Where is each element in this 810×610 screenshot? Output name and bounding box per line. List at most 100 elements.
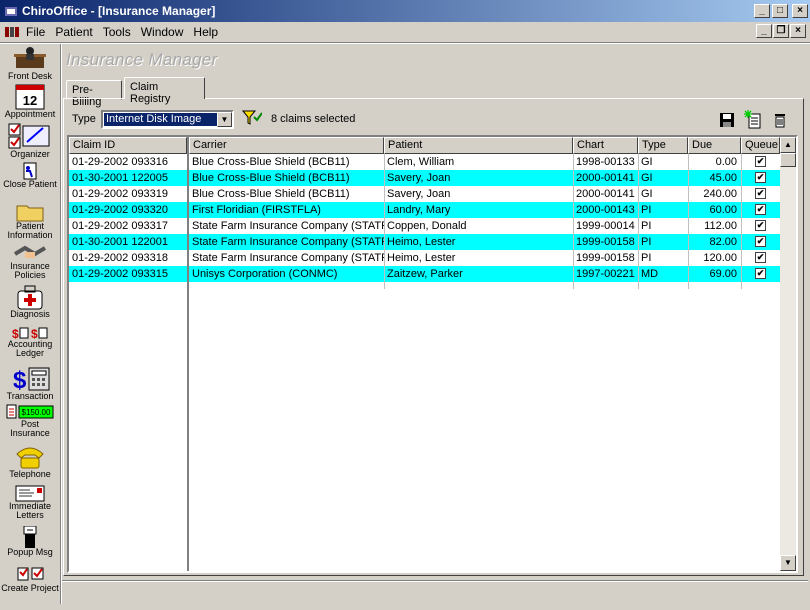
save-icon[interactable] (719, 112, 735, 131)
trash-icon[interactable] (774, 112, 786, 131)
sidebar-label: Diagnosis (10, 309, 50, 319)
app-icon[interactable] (4, 4, 18, 18)
sidebar-item-patient-information[interactable]: Patient Information (0, 202, 60, 240)
sidebar-item-front-desk[interactable]: Front Desk (0, 46, 60, 81)
sidebar-label: Insurance Policies (10, 261, 50, 280)
window-title-bar: ChiroOffice - [Insurance Manager] _ □ × (0, 0, 810, 22)
table-row[interactable]: 01-29-2002 093315 Unisys Corporation (CON… (69, 266, 780, 282)
column-header-claim-id[interactable]: Claim ID (69, 137, 187, 154)
menu-help[interactable]: Help (193, 25, 218, 39)
cell-chart: 1997-00221 (576, 268, 635, 280)
cell-patient: Zaitzew, Parker (387, 268, 463, 280)
sidebar-label: Transaction (6, 391, 54, 401)
type-select[interactable]: Internet Disk Image ▼ (101, 110, 234, 129)
filter-icon[interactable] (241, 109, 263, 130)
cell-claim-id: 01-29-2002 093320 (72, 204, 169, 216)
vertical-scrollbar[interactable]: ▲ ▼ (780, 137, 796, 571)
cell-chart: 1998-00133 (576, 156, 635, 168)
menu-divider (0, 42, 810, 44)
popup-msg-icon (23, 526, 37, 548)
cell-claim-id: 01-30-2001 122005 (72, 172, 169, 184)
cell-type: PI (641, 236, 652, 248)
scroll-down-icon[interactable]: ▼ (780, 555, 796, 571)
sidebar-item-accounting-ledger[interactable]: $ $ Accounting Ledger (0, 326, 60, 358)
sidebar-label: Accounting Ledger (7, 339, 53, 358)
cell-due: 120.00 (703, 252, 737, 264)
queue-checkbox[interactable]: ✔ (755, 236, 766, 247)
sidebar-item-popup-msg[interactable]: Popup Msg (0, 526, 60, 557)
scroll-up-icon[interactable]: ▲ (780, 137, 796, 153)
queue-checkbox[interactable]: ✔ (755, 268, 766, 279)
tab-pre-billing[interactable]: Pre-Billing (66, 80, 122, 108)
cell-patient: Heimo, Lester (387, 252, 456, 264)
ledger-icon: $ $ (12, 327, 48, 340)
cell-due: 82.00 (709, 236, 737, 248)
mdi-child-icon[interactable] (4, 25, 20, 39)
column-header-type[interactable]: Type (638, 137, 688, 154)
sidebar-item-transaction[interactable]: $ Transaction (0, 366, 60, 401)
table-row[interactable]: 01-30-2001 122001 State Farm Insurance Co… (69, 234, 780, 250)
queue-checkbox[interactable]: ✔ (755, 156, 766, 167)
cell-claim-id: 01-29-2002 093318 (72, 252, 169, 264)
cell-type: PI (641, 252, 652, 264)
cell-chart: 2000-00143 (576, 204, 635, 216)
close-button[interactable]: × (792, 4, 808, 18)
queue-checkbox[interactable]: ✔ (755, 220, 766, 231)
cell-carrier: State Farm Insurance Company (STATF (192, 252, 384, 264)
sidebar-item-telephone[interactable]: Telephone (0, 444, 60, 479)
menu-window[interactable]: Window (141, 25, 184, 39)
maximize-button[interactable]: □ (772, 4, 788, 18)
queue-checkbox[interactable]: ✔ (755, 172, 766, 183)
queue-checkbox[interactable]: ✔ (755, 204, 766, 215)
type-label: Type (72, 113, 96, 125)
column-header-carrier[interactable]: Carrier (189, 137, 384, 154)
tab-claim-registry[interactable]: Claim Registry (124, 77, 205, 105)
queue-checkbox[interactable]: ✔ (755, 252, 766, 263)
cell-due: 0.00 (715, 156, 737, 168)
sidebar-item-immediate-letters[interactable]: Immediate Letters (0, 484, 60, 520)
appointment-badge: 12 (23, 93, 37, 108)
table-row[interactable]: 01-29-2002 093318 State Farm Insurance Co… (69, 250, 780, 266)
sidebar-item-post-insurance[interactable]: $150.00 Post Insurance (0, 404, 60, 438)
cell-carrier: Blue Cross-Blue Shield (BCB11) (192, 156, 350, 168)
cell-patient: Landry, Mary (387, 204, 451, 216)
cell-chart: 2000-00141 (576, 172, 635, 184)
column-header-chart[interactable]: Chart (573, 137, 638, 154)
mdi-close-button[interactable]: × (790, 24, 806, 38)
cell-due: 60.00 (709, 204, 737, 216)
sidebar-label: Popup Msg (7, 547, 53, 557)
menu-tools[interactable]: Tools (103, 25, 131, 39)
letter-icon (15, 485, 45, 502)
new-document-icon[interactable] (743, 109, 763, 132)
scroll-thumb[interactable] (780, 153, 796, 167)
sidebar-item-diagnosis[interactable]: Diagnosis (0, 284, 60, 319)
sidebar-item-create-project[interactable]: Create Project (0, 564, 60, 593)
sidebar-item-organizer[interactable]: Organizer (0, 122, 60, 159)
menu-file[interactable]: File (26, 25, 45, 39)
sidebar-item-close-patient[interactable]: Close Patient (0, 162, 60, 189)
column-header-patient[interactable]: Patient (384, 137, 573, 154)
chevron-down-icon[interactable]: ▼ (217, 112, 232, 127)
table-row[interactable]: 01-29-2002 093316 Blue Cross-Blue Shield … (69, 154, 780, 170)
column-header-queue[interactable]: Queue (741, 137, 780, 154)
table-row[interactable]: 01-29-2002 093317 State Farm Insurance Co… (69, 218, 780, 234)
mdi-restore-button[interactable]: ❐ (773, 24, 789, 38)
cell-carrier: Blue Cross-Blue Shield (BCB11) (192, 188, 350, 200)
window-title: ChiroOffice - [Insurance Manager] (22, 4, 216, 18)
table-row[interactable]: 01-29-2002 093320 First Floridian (FIRSTF… (69, 202, 780, 218)
column-header-due[interactable]: Due (688, 137, 741, 154)
claims-table: Claim ID Carrier Patient Chart Type Due … (67, 135, 798, 573)
mdi-minimize-button[interactable]: _ (756, 24, 772, 38)
appointment-calendar-icon: 12 (15, 84, 45, 110)
sidebar-label: Appointment (4, 109, 56, 119)
table-row[interactable]: 01-29-2002 093319 Blue Cross-Blue Shield … (69, 186, 780, 202)
minimize-button[interactable]: _ (754, 4, 770, 18)
cell-type: GI (641, 172, 653, 184)
sidebar-label: Organizer (10, 149, 50, 159)
queue-checkbox[interactable]: ✔ (755, 188, 766, 199)
sidebar-item-insurance-policies[interactable]: Insurance Policies (0, 244, 60, 280)
menu-patient[interactable]: Patient (55, 25, 92, 39)
cell-patient: Heimo, Lester (387, 236, 456, 248)
table-row[interactable]: 01-30-2001 122005 Blue Cross-Blue Shield … (69, 170, 780, 186)
sidebar-item-appointment[interactable]: 12 Appointment (0, 84, 60, 119)
